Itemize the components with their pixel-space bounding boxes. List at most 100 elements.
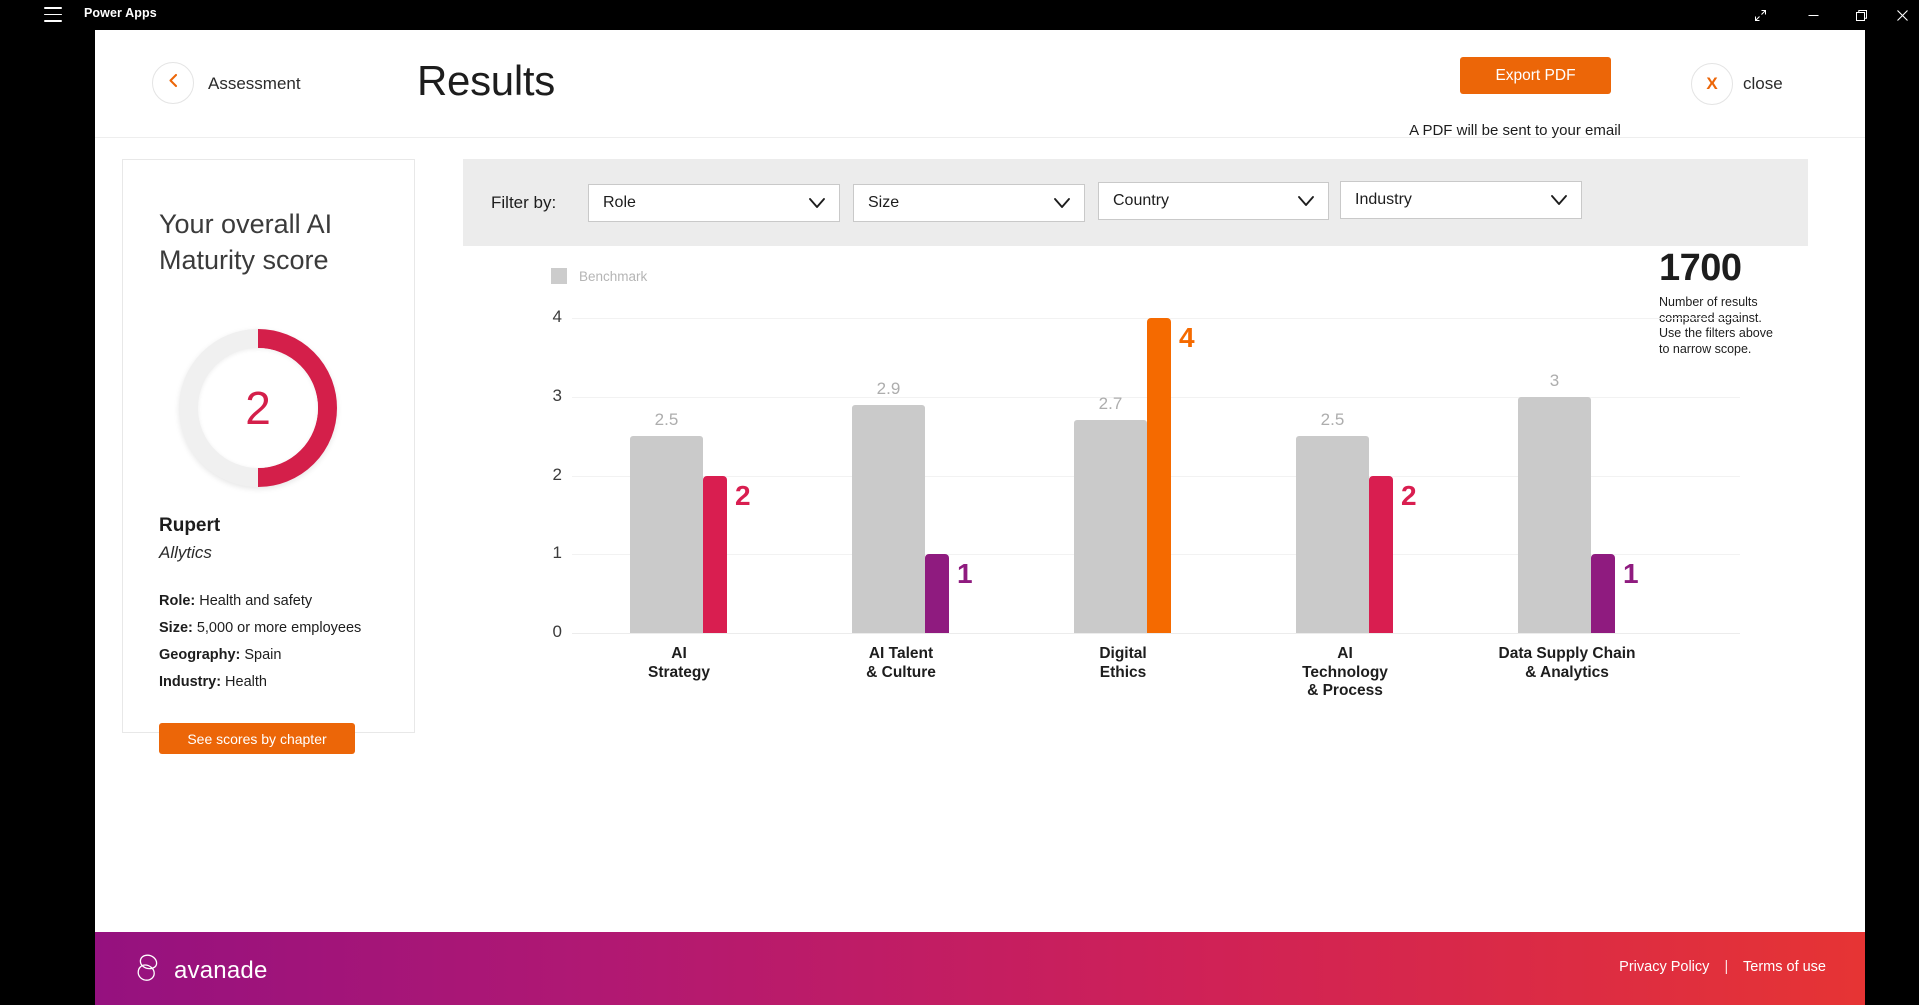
- results-count: 1700: [1659, 247, 1742, 289]
- category-label: Data Supply Chain & Analytics: [1498, 645, 1636, 681]
- benchmark-bar[interactable]: [630, 436, 703, 633]
- score-bar[interactable]: [703, 475, 727, 633]
- minimize-icon[interactable]: [1790, 0, 1836, 30]
- meta-key: Geography:: [159, 647, 241, 663]
- terms-of-use-link[interactable]: Terms of use: [1743, 959, 1826, 975]
- score-card: Your overall AI Maturity score 2 Rupert …: [122, 159, 415, 754]
- chevron-down-icon: [1550, 193, 1568, 212]
- filter-by-label: Filter by:: [491, 193, 557, 212]
- score-bar[interactable]: [925, 554, 949, 633]
- meta-row-geography: Geography: Spain: [159, 642, 409, 669]
- back-label[interactable]: Assessment: [208, 74, 301, 94]
- back-button[interactable]: [152, 62, 194, 104]
- bar-group: 2.9 1 AI Talent & Culture: [852, 318, 973, 681]
- benchmark-bar[interactable]: [1074, 420, 1147, 633]
- chevron-down-icon: [808, 196, 826, 215]
- filter-dropdown-role[interactable]: Role: [588, 184, 840, 222]
- person-company: Allytics: [159, 543, 212, 562]
- export-pdf-button[interactable]: Export PDF: [1460, 57, 1611, 94]
- score-value-label: 2: [735, 479, 751, 511]
- meta-key: Size:: [159, 620, 193, 636]
- content-area: Your overall AI Maturity score 2 Rupert …: [95, 138, 1865, 778]
- y-axis-tick: 2: [552, 464, 562, 484]
- chart-area: Benchmark 1700 Number of results compare…: [463, 246, 1808, 743]
- chevron-left-icon: [165, 72, 182, 94]
- category-label: AI Technology & Process: [1302, 645, 1388, 699]
- score-bar[interactable]: [1147, 318, 1171, 633]
- bar-chart-plot: 0 1 2 3 4 2.5 2 AI Strategy 2.9 1 AI Talent & Cultur…: [540, 307, 1740, 699]
- gauge-value: 2: [245, 382, 271, 434]
- meta-row-role: Role: Health and safety: [159, 588, 409, 615]
- benchmark-bar[interactable]: [1518, 396, 1591, 633]
- meta-value: Spain: [244, 647, 282, 663]
- close-button[interactable]: X: [1691, 63, 1733, 105]
- footer-links: Privacy Policy | Terms of use: [1619, 959, 1826, 975]
- category-label: Digital Ethics: [1099, 645, 1147, 681]
- avanade-logo-icon: [132, 953, 164, 988]
- score-value-label: 2: [1401, 479, 1417, 511]
- y-axis-tick: 4: [552, 307, 562, 326]
- export-note: A PDF will be sent to your email: [1409, 122, 1621, 139]
- filter-bar: Filter by: Role Size Country Industry: [463, 159, 1808, 246]
- expand-icon[interactable]: [1737, 0, 1783, 30]
- filter-dropdown-industry[interactable]: Industry: [1340, 181, 1582, 219]
- dropdown-value: Size: [868, 194, 900, 211]
- app-window: Assessment Results Export PDF A PDF will…: [95, 30, 1865, 1005]
- meta-list: Role: Health and safety Size: 5,000 or mor…: [159, 588, 409, 696]
- chevron-down-icon: [1297, 194, 1315, 213]
- see-scores-by-chapter-button[interactable]: See scores by chapter: [159, 723, 355, 754]
- y-axis-tick: 1: [552, 543, 562, 563]
- privacy-policy-link[interactable]: Privacy Policy: [1619, 959, 1709, 975]
- benchmark-value-label: 2.5: [654, 410, 679, 430]
- benchmark-bar[interactable]: [1296, 436, 1369, 633]
- page-header: Assessment Results Export PDF A PDF will…: [95, 30, 1865, 139]
- legend-swatch-benchmark: [551, 268, 567, 284]
- benchmark-value-label: 2.7: [1098, 394, 1123, 414]
- y-axis-tick: 0: [552, 622, 562, 641]
- bar-group: 2.5 2 AI Technology & Process: [1296, 318, 1417, 699]
- meta-row-size: Size: 5,000 or more employees: [159, 615, 409, 642]
- benchmark-bar[interactable]: [852, 404, 925, 633]
- dropdown-value: Country: [1113, 192, 1170, 209]
- benchmark-value-label: 2.5: [1320, 410, 1345, 430]
- y-axis-tick: 3: [552, 385, 562, 405]
- page-footer: avanade Privacy Policy | Terms of use: [95, 932, 1865, 1005]
- page-title: Results: [417, 57, 555, 104]
- meta-row-industry: Industry: Health: [159, 669, 409, 696]
- gridline: [572, 633, 1740, 634]
- score-heading: Your overall AI Maturity score: [159, 209, 333, 275]
- benchmark-value-label: 2.9: [876, 378, 901, 398]
- score-bar[interactable]: [1369, 475, 1393, 633]
- score-bar[interactable]: [1591, 554, 1615, 633]
- meta-key: Industry:: [159, 674, 222, 690]
- filter-dropdown-size[interactable]: Size: [853, 184, 1085, 222]
- dropdown-value: Industry: [1355, 191, 1412, 208]
- hamburger-icon[interactable]: [44, 7, 62, 23]
- close-label[interactable]: close: [1743, 74, 1783, 94]
- meta-key: Role:: [159, 593, 196, 609]
- filter-dropdown-country[interactable]: Country: [1098, 182, 1329, 220]
- footer-link-separator: |: [1724, 959, 1729, 975]
- avanade-logo-text: avanade: [174, 956, 268, 984]
- chevron-down-icon: [1053, 196, 1071, 215]
- chart-panel: Filter by: Role Size Country Industry Be…: [463, 159, 1808, 743]
- score-value-label: 1: [1623, 558, 1639, 590]
- restore-icon[interactable]: [1838, 0, 1884, 30]
- bar-group: 2.5 2 AI Strategy: [630, 318, 751, 681]
- chart-legend: Benchmark: [551, 268, 647, 284]
- close-icon[interactable]: [1886, 0, 1919, 30]
- maturity-gauge: 2: [179, 329, 337, 487]
- avanade-logo: avanade: [132, 953, 268, 988]
- person-name: Rupert: [159, 515, 221, 536]
- category-label: AI Strategy: [647, 645, 711, 681]
- bar-group: 2.7 4 Digital Ethics: [1074, 318, 1195, 681]
- meta-value: Health and safety: [199, 593, 313, 609]
- dropdown-value: Role: [603, 194, 636, 211]
- legend-label-benchmark: Benchmark: [579, 268, 648, 284]
- meta-value: Health: [225, 674, 267, 690]
- close-x-glyph: X: [1706, 74, 1718, 93]
- meta-value: 5,000 or more employees: [196, 620, 362, 636]
- category-label: AI Talent & Culture: [866, 645, 936, 681]
- app-title: Power Apps: [84, 6, 157, 20]
- window-titlebar: Power Apps: [0, 0, 1919, 30]
